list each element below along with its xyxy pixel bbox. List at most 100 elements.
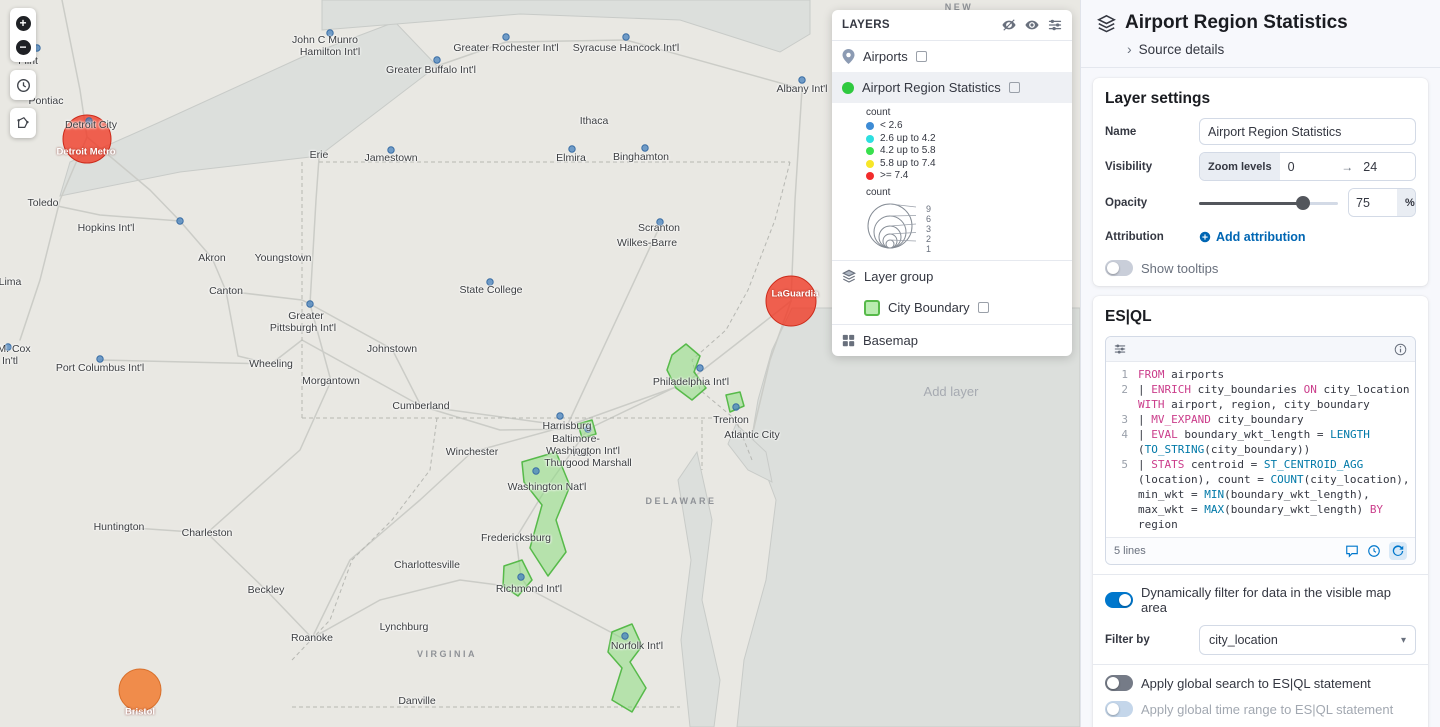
code-line: (TO_STRING(city_boundary)) [1106,442,1415,457]
add-layer-button[interactable]: Add layer [906,384,996,399]
map-label: Detroit City [65,119,117,131]
legend-color-dot [866,159,874,168]
map-label: Atlantic City [724,429,780,441]
code-line: 3 | MV_EXPAND city_boundary [1106,412,1415,427]
history-icon[interactable] [1367,544,1381,558]
size-tick-label: 3 [926,223,932,234]
divider [1093,574,1428,575]
chevron-down-icon: ▾ [1400,634,1406,646]
map-label: Scranton [637,222,681,234]
opacity-slider[interactable] [1199,195,1338,210]
hide-all-layers-icon[interactable] [1002,18,1016,32]
map-label: Huntington [93,521,145,533]
apply-search-label: Apply global search to ES|QL statement [1141,675,1371,691]
map-label: Lynchburg [379,621,429,633]
layer-settings-heading: Layer settings [1105,90,1211,107]
zoom-min-input[interactable] [1279,153,1340,180]
draw-tools-button[interactable] [12,111,34,135]
plus-in-circle-icon [1199,231,1211,243]
map-label: Syracuse Hancock Int'l [572,42,680,54]
add-attribution-link[interactable]: Add attribution [1199,230,1306,244]
map-label: Hopkins Int'l [77,222,135,234]
map-label: Fredericksburg [480,532,552,544]
map-label: Washington Nat'l [507,481,587,493]
zoom-max-input[interactable] [1355,153,1415,180]
map-label: Roanoke [290,632,334,644]
attribution-row: Attribution Add attribution [1105,224,1416,250]
legend-color-dot [866,134,874,143]
map-label: Wilkes-Barre [616,237,678,249]
percent-label: % [1397,189,1415,216]
map-label: Charlottesville [394,559,460,571]
dynamic-filter-toggle[interactable] [1105,592,1133,608]
line-number [1106,442,1138,457]
legend-class-row: < 2.6 [866,120,1062,133]
map-state-label: VIRGINIA [416,649,478,659]
zoom-in-button[interactable]: + [12,11,34,35]
slider-fill [1199,201,1304,205]
apply-search-row: Apply global search to ES|QL statement [1105,675,1416,691]
layer-item-airport-region-statistics[interactable]: Airport Region Statistics [832,72,1072,103]
filter-by-select[interactable]: city_location ▾ [1199,625,1416,655]
flyout-header: Airport Region Statistics › Source detai… [1081,0,1440,68]
map-label: Harrisburg [542,420,592,432]
layer-item-city-boundary[interactable]: City Boundary [832,292,1072,324]
plus-icon: + [15,15,31,31]
size-tick-labels: 96321 [926,204,932,254]
slider-thumb[interactable] [1296,195,1311,210]
layer-checkbox[interactable] [1008,82,1020,93]
apply-search-toggle[interactable] [1105,675,1133,691]
esql-card: ES|QL 1 FROM airports 2 | ENRICH city_bound… [1093,296,1428,727]
info-icon[interactable] [1394,343,1407,356]
draw-shapes-icon [17,116,29,128]
divider [1093,664,1428,665]
code-line: WITH airport, region, city_boundary [1106,397,1415,412]
map-label: Toledo [27,197,59,209]
legend-class-row: 2.6 up to 4.2 [866,133,1062,146]
esql-editor[interactable]: 1 FROM airports 2 | ENRICH city_boundaries … [1105,336,1416,565]
layer-checkbox[interactable] [915,51,927,62]
map-label: John C Munro [292,34,358,46]
run-query-icon[interactable] [1389,542,1407,560]
visibility-row: Visibility Zoom levels → [1105,152,1416,181]
source-details-accordion[interactable]: › Source details [1127,41,1424,57]
show-all-layers-icon[interactable] [1025,18,1039,32]
layer-item-basemap[interactable]: Basemap [832,325,1072,356]
map-label: Danville [398,695,436,707]
code-line: (location), count = COUNT(city_location)… [1106,472,1415,487]
editor-controls-icon[interactable] [1114,343,1126,355]
layer-name: Airports [863,49,908,64]
layer-settings-icon[interactable] [1048,18,1062,32]
layer-group-item[interactable]: Layer group [832,261,1072,292]
map-label: M. Cox [0,343,31,355]
map-label: Thurgood Marshall [544,457,632,469]
map-label: Philadelphia Int'l [652,376,730,388]
feedback-icon[interactable] [1345,544,1359,558]
toggle-knob [1107,703,1119,715]
map-state-label: DELAWARE [645,496,717,506]
layer-item-airports[interactable]: Airports [832,41,1072,72]
map-label: Beckley [247,584,285,596]
legend-class-label: 2.6 up to 4.2 [880,132,936,144]
timeslider-button[interactable] [12,73,34,97]
map-label: Jamestown [364,152,418,164]
layer-name: City Boundary [888,300,970,315]
esql-code-area[interactable]: 1 FROM airports 2 | ENRICH city_boundaries … [1106,362,1415,537]
show-tooltips-toggle[interactable] [1105,260,1133,276]
layer-name-input[interactable] [1199,118,1416,145]
line-number [1106,517,1138,532]
size-circles-icon [867,203,917,248]
size-tick-label: 2 [926,233,932,244]
map-label: Bristol [124,706,156,718]
zoom-out-button[interactable]: − [12,35,34,59]
map-canvas[interactable]: FlintPontiacDetroit CityDetroit MetroTol… [0,0,1080,727]
map-label: Erie [309,149,329,161]
map-label: Canton [209,285,243,297]
zoom-levels-label: Zoom levels [1200,153,1280,180]
map-label: Trenton [713,414,749,426]
opacity-input[interactable] [1349,189,1397,216]
line-number: 5 [1121,458,1128,471]
esql-heading: ES|QL [1105,308,1152,325]
code-line: max_wkt = MAX(boundary_wkt_length) BY [1106,502,1415,517]
layer-checkbox[interactable] [977,302,989,313]
